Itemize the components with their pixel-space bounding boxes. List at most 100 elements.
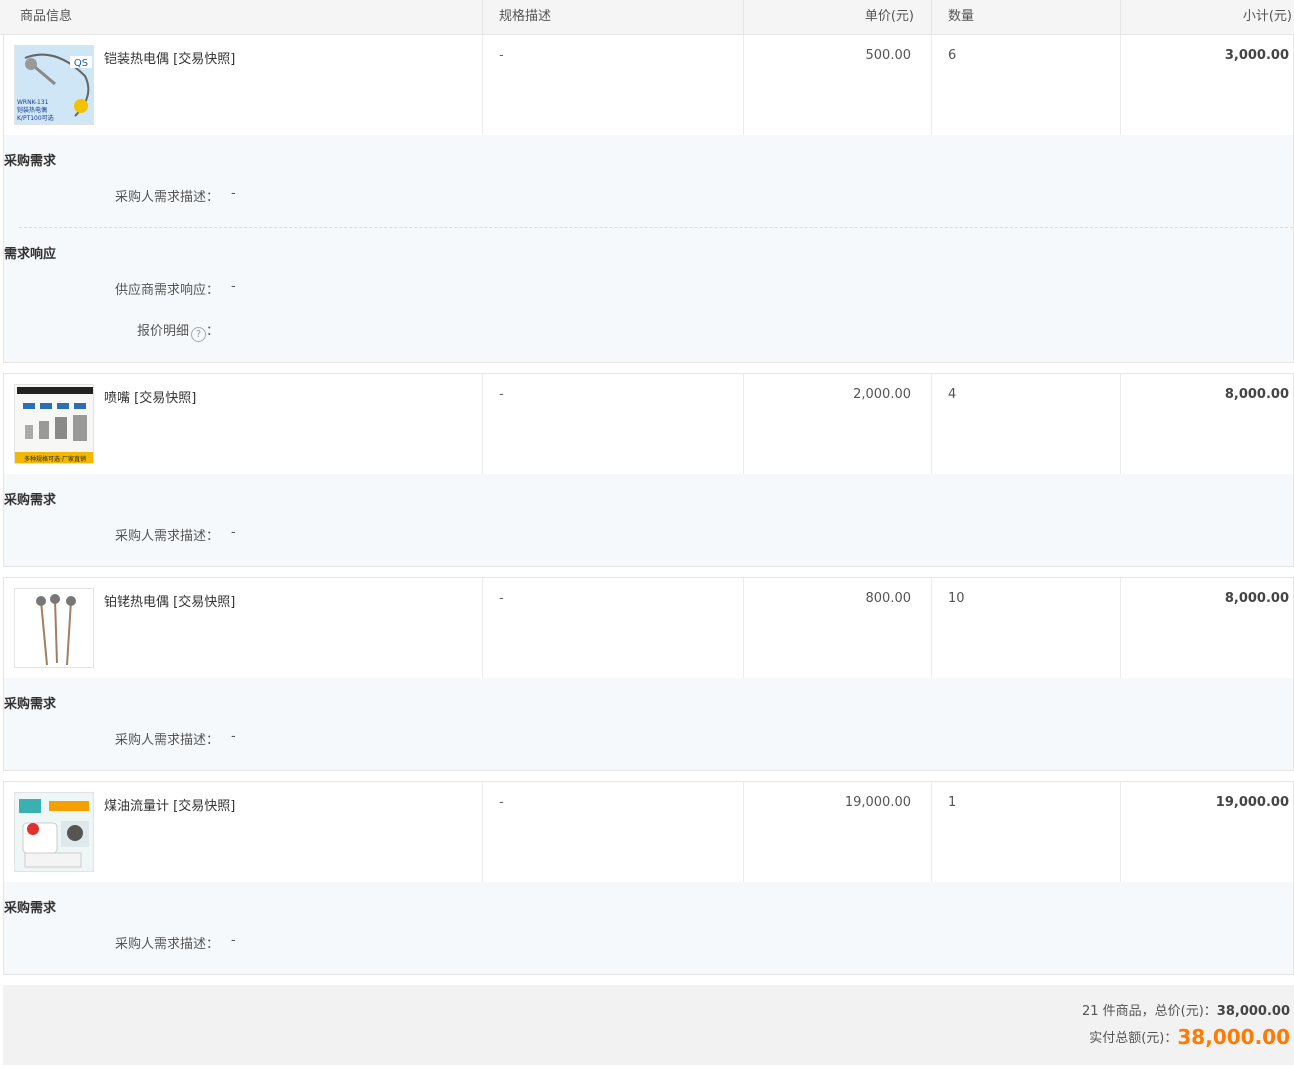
snapshot-link[interactable]: [交易快照] xyxy=(134,391,196,406)
col-divider xyxy=(482,0,483,35)
supplier-resp-value: - xyxy=(231,279,236,294)
quantity: 4 xyxy=(948,387,957,402)
help-icon[interactable]: ? xyxy=(190,327,206,342)
quantity: 6 xyxy=(948,48,957,63)
col-subtotal: 小计(元) xyxy=(1242,9,1292,24)
col-product-info: 商品信息 xyxy=(20,9,73,24)
paid-amount: 38,000.00 xyxy=(1177,1025,1290,1049)
svg-text:多种规格可选·厂家直销: 多种规格可选·厂家直销 xyxy=(24,455,86,463)
nozzle-image-icon: 多种规格可选·厂家直销 xyxy=(15,385,93,463)
order-item: 铂铑热电偶 [交易快照] - 800.00 10 8,000.00 采购需求 采… xyxy=(3,577,1294,771)
spec-value: - xyxy=(499,795,504,810)
col-unit-price: 单价(元) xyxy=(864,9,914,24)
order-item: 多种规格可选·厂家直销 喷嘴 [交易快照] - 2,000.00 4 8,000… xyxy=(3,373,1294,567)
spec-value: - xyxy=(499,591,504,606)
buyer-desc-value: - xyxy=(231,729,236,744)
requirement-panel: 采购需求 采购人需求描述： - 需求响应 供应商需求响应： - 报价明细?： xyxy=(4,135,1293,362)
summary-total-line: 21 件商品，总价(元)：38,000.00 xyxy=(1082,1000,1290,1019)
subtotal: 19,000.00 xyxy=(1215,795,1289,810)
cell-divider xyxy=(743,782,744,882)
quote-detail-colon: ： xyxy=(205,324,219,339)
purchase-req-title: 采购需求 xyxy=(4,154,57,169)
cell-divider xyxy=(931,374,932,474)
flowmeter-image-icon xyxy=(15,793,93,871)
product-row: 多种规格可选·厂家直销 喷嘴 [交易快照] - 2,000.00 4 8,000… xyxy=(4,374,1293,474)
paid-label: 实付总额(元)： xyxy=(1089,1031,1178,1046)
requirement-panel: 采购需求 采购人需求描述： - xyxy=(4,882,1293,974)
supplier-resp-label: 供应商需求响应： xyxy=(114,283,219,298)
cell-divider xyxy=(1120,374,1121,474)
cell-divider xyxy=(931,782,932,882)
col-spec: 规格描述 xyxy=(499,9,552,24)
cell-divider xyxy=(1120,35,1121,135)
quote-detail-text: 报价明细 xyxy=(136,324,189,339)
product-name: 铂铑热电偶 [交易快照] xyxy=(104,591,235,610)
cell-divider xyxy=(482,578,483,678)
quantity: 10 xyxy=(948,591,965,606)
buyer-desc-label: 采购人需求描述： xyxy=(114,733,219,748)
cell-divider xyxy=(1120,578,1121,678)
purchase-req-title: 采购需求 xyxy=(4,697,57,712)
col-quantity: 数量 xyxy=(948,9,975,24)
subtotal: 8,000.00 xyxy=(1224,387,1289,402)
snapshot-link[interactable]: [交易快照] xyxy=(173,52,235,67)
col-divider xyxy=(931,0,932,35)
unit-price: 19,000.00 xyxy=(844,795,911,810)
svg-text:WRNK-131: WRNK-131 xyxy=(17,99,49,106)
probe-image-icon xyxy=(15,589,93,667)
buyer-desc-value: - xyxy=(231,933,236,948)
cell-divider xyxy=(931,35,932,135)
product-name: 煤油流量计 [交易快照] xyxy=(104,795,235,814)
table-header: 商品信息 规格描述 单价(元) 数量 小计(元) xyxy=(0,0,1294,35)
purchase-req-title: 采购需求 xyxy=(4,901,57,916)
cell-divider xyxy=(743,374,744,474)
product-thumbnail-flowmeter[interactable] xyxy=(14,792,94,872)
order-item: 煤油流量计 [交易快照] - 19,000.00 1 19,000.00 采购需… xyxy=(3,781,1294,975)
item-count-label: 21 件商品，总价(元)： xyxy=(1081,1004,1217,1019)
cell-divider xyxy=(1120,782,1121,882)
product-thumbnail-nozzle[interactable]: 多种规格可选·厂家直销 xyxy=(14,384,94,464)
svg-text:K/PT100可选: K/PT100可选 xyxy=(17,114,54,122)
purchase-req-title: 采购需求 xyxy=(4,493,57,508)
order-summary: 21 件商品，总价(元)：38,000.00 实付总额(元)：38,000.00 xyxy=(3,985,1294,1065)
quantity: 1 xyxy=(948,795,957,810)
product-title[interactable]: 铠装热电偶 xyxy=(104,52,169,67)
product-name: 铠装热电偶 [交易快照] xyxy=(104,48,235,67)
svg-text:铠装热电偶: 铠装热电偶 xyxy=(17,106,47,114)
cell-divider xyxy=(482,782,483,882)
buyer-desc-label: 采购人需求描述： xyxy=(114,937,219,952)
buyer-desc-label: 采购人需求描述： xyxy=(114,529,219,544)
cell-divider xyxy=(743,35,744,135)
section-divider xyxy=(19,227,1293,228)
thermocouple-image-icon: QS WRNK-131 铠装热电偶 K/PT100可选 xyxy=(15,46,93,124)
product-row: 铂铑热电偶 [交易快照] - 800.00 10 8,000.00 xyxy=(4,578,1293,678)
product-title[interactable]: 铂铑热电偶 xyxy=(104,595,169,610)
buyer-desc-label: 采购人需求描述： xyxy=(114,190,219,205)
snapshot-link[interactable]: [交易快照] xyxy=(173,595,235,610)
product-thumbnail-platinum-thermocouple[interactable] xyxy=(14,588,94,668)
requirement-panel: 采购需求 采购人需求描述： - xyxy=(4,474,1293,566)
spec-value: - xyxy=(499,48,504,63)
unit-price: 2,000.00 xyxy=(853,387,911,402)
snapshot-link[interactable]: [交易快照] xyxy=(173,799,235,814)
product-name: 喷嘴 [交易快照] xyxy=(104,387,196,406)
product-thumbnail-thermocouple[interactable]: QS WRNK-131 铠装热电偶 K/PT100可选 xyxy=(14,45,94,125)
quote-detail-label: 报价明细?： xyxy=(4,320,219,342)
cell-divider xyxy=(931,578,932,678)
total-price: 38,000.00 xyxy=(1216,1004,1290,1019)
order-item: QS WRNK-131 铠装热电偶 K/PT100可选 铠装热电偶 [交易快照]… xyxy=(3,34,1294,363)
buyer-desc-value: - xyxy=(231,525,236,540)
requirement-panel: 采购需求 采购人需求描述： - xyxy=(4,678,1293,770)
product-title[interactable]: 喷嘴 xyxy=(104,391,130,406)
cell-divider xyxy=(482,374,483,474)
cell-divider xyxy=(743,578,744,678)
buyer-desc-value: - xyxy=(231,186,236,201)
product-title[interactable]: 煤油流量计 xyxy=(104,799,169,814)
subtotal: 3,000.00 xyxy=(1224,48,1289,63)
subtotal: 8,000.00 xyxy=(1224,591,1289,606)
summary-paid-line: 实付总额(元)：38,000.00 xyxy=(1089,1025,1290,1049)
spec-value: - xyxy=(499,387,504,402)
svg-text:QS: QS xyxy=(74,58,88,69)
cell-divider xyxy=(482,35,483,135)
unit-price: 500.00 xyxy=(865,48,912,63)
